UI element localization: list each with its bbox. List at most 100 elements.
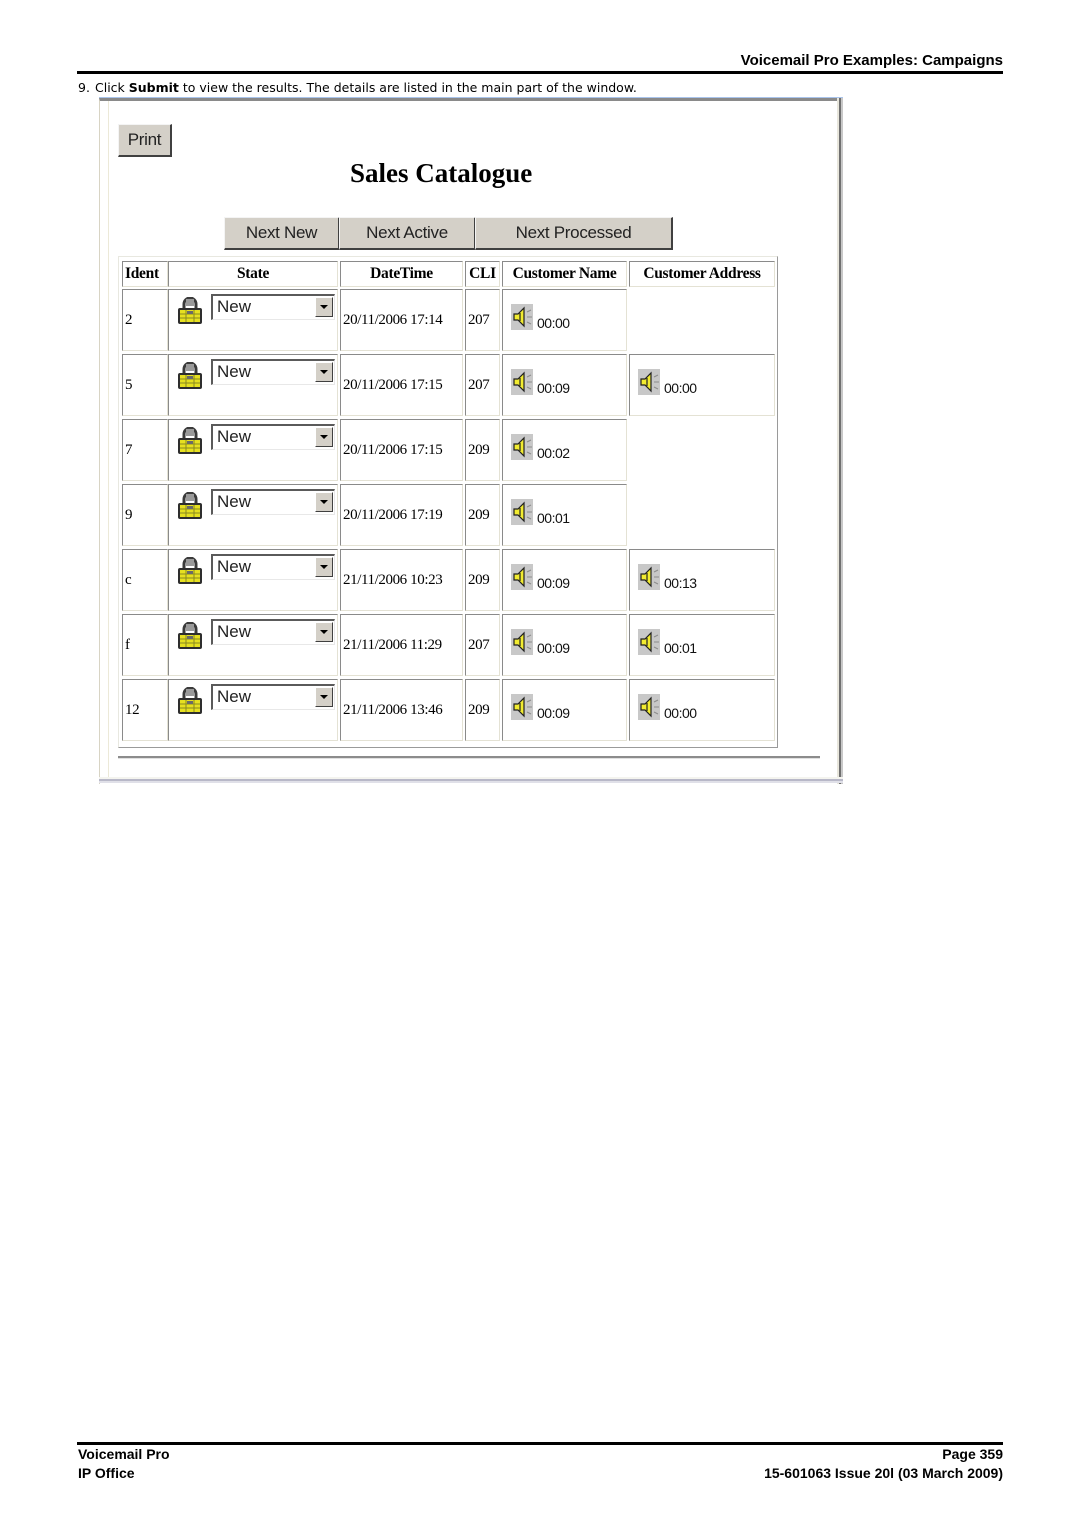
state-select[interactable]: New	[211, 424, 335, 450]
recording-duration: 00:09	[537, 575, 570, 591]
table-cell-state: New	[168, 549, 338, 611]
chevron-down-icon[interactable]	[315, 427, 333, 447]
chevron-down-icon[interactable]	[315, 297, 333, 317]
state-select[interactable]: New	[211, 619, 335, 645]
print-button[interactable]: Print	[118, 124, 172, 157]
table-cell-cli: 209	[465, 549, 500, 611]
table-cell-state: New	[168, 419, 338, 481]
speaker-icon[interactable]	[511, 304, 533, 330]
speaker-icon[interactable]	[638, 629, 660, 655]
recording-duration: 00:01	[537, 510, 570, 526]
column-header-ident: Ident	[122, 261, 168, 287]
chevron-down-icon[interactable]	[315, 362, 333, 382]
table-cell-datetime: 21/11/2006 10:23	[340, 549, 463, 611]
table-cell-ident: 5	[122, 354, 168, 416]
table-cell-customer-address: 00:00	[629, 354, 775, 416]
state-select-value: New	[217, 297, 252, 316]
footer-issue: 15-601063 Issue 20l (03 March 2009)	[764, 1465, 1003, 1481]
state-select-value: New	[217, 492, 252, 511]
speaker-icon[interactable]	[638, 694, 660, 720]
table-cell-datetime: 21/11/2006 13:46	[340, 679, 463, 741]
state-select-value: New	[217, 687, 252, 706]
table-cell-datetime: 21/11/2006 11:29	[340, 614, 463, 676]
table-cell-state: New	[168, 354, 338, 416]
padlock-icon[interactable]	[177, 361, 203, 390]
chevron-down-icon[interactable]	[315, 557, 333, 577]
speaker-icon[interactable]	[511, 369, 533, 395]
table-cell-state: New	[168, 679, 338, 741]
table-cell-customer-name: 00:09	[502, 614, 627, 676]
padlock-icon[interactable]	[177, 426, 203, 455]
padlock-icon[interactable]	[177, 686, 203, 715]
table-cell-ident: 9	[122, 484, 168, 546]
column-header-customer-name: Customer Name	[502, 261, 627, 287]
recording-duration: 00:09	[537, 640, 570, 656]
state-select[interactable]: New	[211, 489, 335, 515]
frame-bottom-border	[99, 777, 843, 783]
table-cell-customer-name: 00:09	[502, 679, 627, 741]
table-cell-customer-name: 00:00	[502, 289, 627, 351]
table-cell-cli: 209	[465, 679, 500, 741]
table-cell-customer-address: 00:01	[629, 614, 775, 676]
next-processed-button[interactable]: Next Processed	[475, 217, 673, 250]
column-header-datetime: DateTime	[340, 261, 463, 287]
table-cell-cli: 207	[465, 354, 500, 416]
speaker-icon[interactable]	[638, 369, 660, 395]
state-select[interactable]: New	[211, 294, 335, 320]
table-cell-ident: c	[122, 549, 168, 611]
table-cell-datetime: 20/11/2006 17:19	[340, 484, 463, 546]
speaker-icon[interactable]	[511, 434, 533, 460]
separator-rule	[118, 756, 820, 759]
table-cell-customer-address: 00:13	[629, 549, 775, 611]
recording-duration: 00:09	[537, 380, 570, 396]
state-select[interactable]: New	[211, 359, 335, 385]
speaker-icon[interactable]	[511, 499, 533, 525]
padlock-icon[interactable]	[177, 556, 203, 585]
table-cell-customer-name: 00:09	[502, 549, 627, 611]
table-cell-datetime: 20/11/2006 17:15	[340, 419, 463, 481]
footer-system: IP Office	[78, 1465, 135, 1481]
section-header-title: Voicemail Pro Examples: Campaigns	[740, 52, 1003, 69]
speaker-icon[interactable]	[511, 564, 533, 590]
speaker-icon[interactable]	[511, 694, 533, 720]
table-cell-datetime: 20/11/2006 17:14	[340, 289, 463, 351]
table-cell-cli: 209	[465, 419, 500, 481]
speaker-icon[interactable]	[638, 564, 660, 590]
state-select-value: New	[217, 362, 252, 381]
column-header-state: State	[168, 261, 338, 287]
chevron-down-icon[interactable]	[315, 622, 333, 642]
padlock-icon[interactable]	[177, 296, 203, 325]
state-select-value: New	[217, 622, 252, 641]
next-new-button[interactable]: Next New	[224, 217, 340, 250]
table-cell-state: New	[168, 484, 338, 546]
results-table: Ident State DateTime CLI Customer Name Custom…	[118, 256, 778, 748]
table-cell-customer-name: 00:02	[502, 419, 627, 481]
footer-rule	[77, 1442, 1003, 1445]
state-select-value: New	[217, 427, 252, 446]
recording-duration: 00:00	[664, 380, 697, 396]
table-cell-ident: 12	[122, 679, 168, 741]
table-cell-customer-name: 00:01	[502, 484, 627, 546]
speaker-icon[interactable]	[511, 629, 533, 655]
recording-duration: 00:09	[537, 705, 570, 721]
table-cell-state: New	[168, 289, 338, 351]
table-cell-customer-address: 00:00	[629, 679, 775, 741]
padlock-icon[interactable]	[177, 621, 203, 650]
padlock-icon[interactable]	[177, 491, 203, 520]
chevron-down-icon[interactable]	[315, 687, 333, 707]
table-cell-ident: 7	[122, 419, 168, 481]
footer-page-number: Page 359	[942, 1446, 1003, 1462]
column-header-customer-address: Customer Address	[629, 261, 775, 287]
header-rule	[77, 71, 1003, 74]
recording-duration: 00:01	[664, 640, 697, 656]
table-cell-state: New	[168, 614, 338, 676]
state-select-value: New	[217, 557, 252, 576]
table-cell-ident: 2	[122, 289, 168, 351]
table-cell-ident: f	[122, 614, 168, 676]
chevron-down-icon[interactable]	[315, 492, 333, 512]
next-active-button[interactable]: Next Active	[339, 217, 476, 250]
state-select[interactable]: New	[211, 684, 335, 710]
frame-inner-border	[108, 101, 109, 777]
frame-right-border	[837, 98, 843, 784]
state-select[interactable]: New	[211, 554, 335, 580]
